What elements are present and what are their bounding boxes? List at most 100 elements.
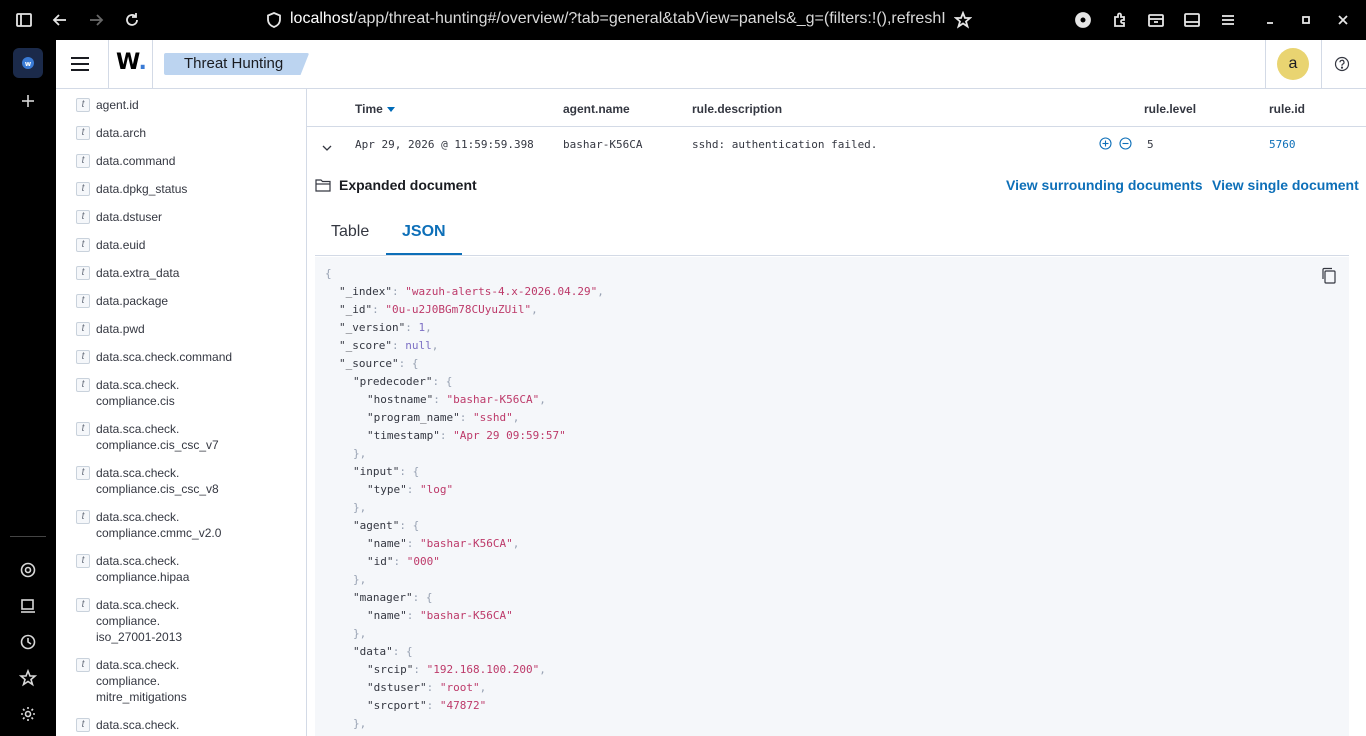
column-header-rule-id[interactable]: rule.id [1269, 102, 1305, 116]
sidebar-toggle-icon[interactable] [12, 8, 36, 32]
breadcrumb-threat-hunting[interactable]: Threat Hunting [164, 53, 310, 75]
settings-gear-icon[interactable] [16, 702, 40, 726]
field-list-item[interactable]: t data.euid [76, 237, 266, 253]
reload-icon[interactable] [120, 8, 144, 32]
json-token: : [406, 537, 420, 550]
chevron-down-icon[interactable] [321, 141, 333, 153]
field-list-item[interactable]: t data.dstuser [76, 209, 266, 225]
logo-letter: W [116, 50, 139, 75]
field-list-item[interactable]: t data.extra_data [76, 265, 266, 281]
user-avatar[interactable]: a [1277, 48, 1309, 80]
field-list-item[interactable]: t data.arch [76, 125, 266, 141]
json-token: "_source" [339, 357, 399, 370]
json-token: "type" [367, 483, 407, 496]
view-single-document-link[interactable]: View single document [1212, 177, 1359, 193]
extensions-puzzle-icon[interactable] [1108, 8, 1132, 32]
json-token: "name" [367, 537, 407, 550]
field-list-item[interactable]: t data.sca.check.command [76, 349, 266, 365]
extension-circle-icon[interactable] [1071, 8, 1095, 32]
json-token: : [372, 303, 386, 316]
wazuh-tab-icon[interactable]: w [13, 48, 43, 78]
json-token: : [393, 555, 407, 568]
json-token: : [405, 321, 419, 334]
field-list-item[interactable]: t data.dpkg_status [76, 181, 266, 197]
column-header-rule-level[interactable]: rule.level [1144, 102, 1196, 116]
field-type-string-icon: t [76, 182, 90, 196]
main-content: Time agent.name rule.description rule.le… [307, 89, 1366, 736]
field-list-item[interactable]: t data.sca.check. compliance.cis_csc_v8 [76, 465, 266, 497]
json-line: "_score": null, [325, 337, 604, 355]
json-token: "predecoder" [353, 375, 433, 388]
forward-icon[interactable] [84, 8, 108, 32]
field-name: data.sca.check. compliance.cmmc_v2.0 [96, 510, 222, 540]
field-list-item[interactable]: t data.sca.check. [76, 717, 266, 733]
maximize-icon[interactable] [1294, 8, 1318, 32]
field-list-item[interactable]: t data.sca.check. compliance. iso_27001-2… [76, 597, 266, 645]
sort-desc-icon[interactable] [386, 107, 395, 113]
tab-table[interactable]: Table [315, 223, 385, 255]
site-info-icon[interactable] [262, 8, 286, 32]
bookmarks-icon[interactable] [16, 666, 40, 690]
json-token: "0u-u2J0BGm78CUyuZUil" [385, 303, 532, 316]
history-icon[interactable] [16, 630, 40, 654]
field-list-item[interactable]: t data.sca.check. compliance.cmmc_v2.0 [76, 509, 266, 541]
column-header-time[interactable]: Time [355, 102, 395, 116]
field-name: data.sca.check. compliance.cis_csc_v7 [96, 422, 219, 452]
json-code-block: {"_index": "wazuh-alerts-4.x-2026.04.29"… [325, 265, 604, 733]
add-tab-icon[interactable] [16, 89, 40, 113]
field-list-item[interactable]: t data.sca.check. compliance.hipaa [76, 553, 266, 585]
json-token: : { [412, 591, 433, 604]
close-window-icon[interactable] [1331, 8, 1355, 32]
json-line: "program_name": "sshd", [325, 409, 604, 427]
json-token: "root" [439, 681, 480, 694]
copy-icon[interactable] [1321, 267, 1337, 284]
field-list-item[interactable]: t data.pwd [76, 321, 266, 337]
field-list-item[interactable]: t data.package [76, 293, 266, 309]
bookmark-star-icon[interactable] [951, 8, 975, 32]
json-token: : [406, 609, 420, 622]
minimize-icon[interactable] [1258, 8, 1282, 32]
json-token: }, [353, 627, 367, 640]
column-time-label: Time [355, 102, 383, 116]
json-token: "Apr 29 09:59:57" [453, 429, 566, 442]
tab-json[interactable]: JSON [386, 223, 462, 255]
filter-for-value-icon[interactable] [1099, 137, 1112, 150]
field-name: data.sca.check. compliance. mitre_mitiga… [96, 658, 187, 704]
json-token: "bashar-K56CA" [420, 609, 513, 622]
help-icon[interactable] [1334, 56, 1350, 72]
ai-chat-icon[interactable] [16, 558, 40, 582]
json-token: { [325, 267, 332, 280]
json-token: "manager" [353, 591, 413, 604]
field-list-item[interactable]: t data.command [76, 153, 266, 169]
view-surrounding-documents-link[interactable]: View surrounding documents [1006, 177, 1203, 193]
container-icon[interactable] [1144, 8, 1168, 32]
address-bar[interactable]: localhost/app/threat-hunting#/overview/?… [290, 10, 950, 28]
json-token: : [433, 393, 447, 406]
back-icon[interactable] [48, 8, 72, 32]
json-line: "srcport": "47872" [325, 697, 604, 715]
field-list-item[interactable]: t data.sca.check. compliance.cis_csc_v7 [76, 421, 266, 453]
browser-menu-icon[interactable] [1216, 8, 1240, 32]
field-list-item[interactable]: t data.sca.check. compliance.cis [76, 377, 266, 409]
cell-time: Apr 29, 2026 @ 11:59:59.398 [355, 138, 534, 151]
field-list-item[interactable]: t data.sca.check. compliance. mitre_mitig… [76, 657, 266, 705]
column-header-rule-description[interactable]: rule.description [692, 102, 782, 116]
synced-tabs-icon[interactable] [16, 594, 40, 618]
hamburger-menu-icon[interactable] [68, 52, 92, 76]
json-token: , [512, 411, 520, 424]
column-header-agent-name[interactable]: agent.name [563, 102, 630, 116]
json-token: : { [398, 357, 419, 370]
wazuh-logo[interactable]: W. [116, 50, 147, 75]
json-line: }, [325, 715, 604, 733]
field-name: data.sca.check. compliance.hipaa [96, 554, 190, 584]
filter-out-value-icon[interactable] [1119, 137, 1132, 150]
json-token: "input" [353, 465, 400, 478]
sidebar-panel-icon[interactable] [1180, 8, 1204, 32]
json-line: }, [325, 445, 604, 463]
json-line: "predecoder": { [325, 373, 604, 391]
field-list-item[interactable]: t agent.id [76, 97, 266, 113]
cell-agent-name: bashar-K56CA [563, 138, 643, 151]
json-token: "hostname" [367, 393, 434, 406]
field-type-string-icon: t [76, 466, 90, 480]
cell-rule-id-link[interactable]: 5760 [1269, 138, 1296, 151]
